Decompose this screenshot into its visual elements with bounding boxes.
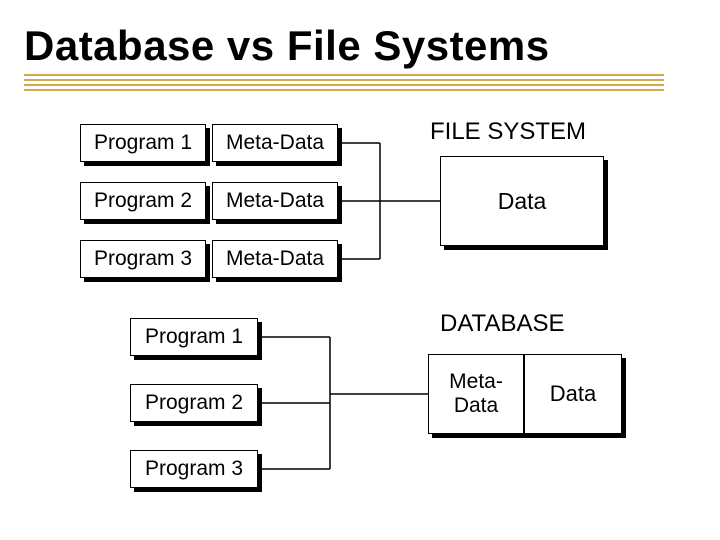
slide-title: Database vs File Systems	[24, 22, 550, 70]
fs-program-box: Program 2	[80, 182, 206, 220]
fs-program-box: Program 1	[80, 124, 206, 162]
db-program-box: Program 1	[130, 318, 258, 356]
db-meta-box: Meta- Data	[428, 354, 524, 434]
fs-meta-box: Meta-Data	[212, 240, 338, 278]
fs-meta-box: Meta-Data	[212, 124, 338, 162]
file-system-heading: FILE SYSTEM	[430, 118, 586, 146]
fs-data-box: Data	[440, 156, 604, 246]
db-program-box: Program 3	[130, 450, 258, 488]
database-heading: DATABASE	[440, 310, 564, 338]
title-underline	[24, 74, 664, 94]
fs-program-box: Program 3	[80, 240, 206, 278]
db-data-box: Data	[524, 354, 622, 434]
fs-meta-box: Meta-Data	[212, 182, 338, 220]
db-program-box: Program 2	[130, 384, 258, 422]
